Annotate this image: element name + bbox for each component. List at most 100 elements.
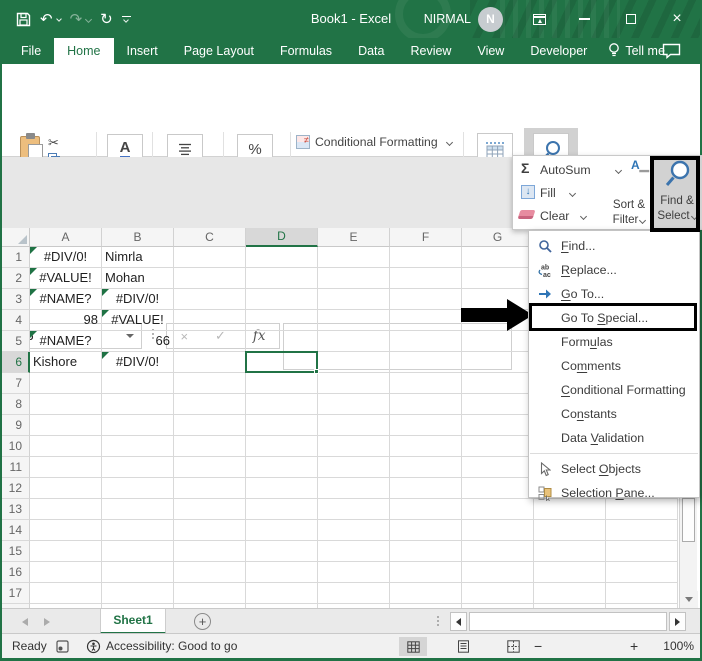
previous-sheet-icon[interactable] bbox=[22, 618, 28, 626]
zoom-level[interactable]: 100% bbox=[650, 634, 694, 658]
cell-C10[interactable] bbox=[174, 436, 246, 457]
tab-developer[interactable]: Developer bbox=[517, 38, 600, 64]
cell-F9[interactable] bbox=[390, 415, 462, 436]
cell-A7[interactable] bbox=[30, 373, 102, 394]
cell-D11[interactable] bbox=[246, 457, 318, 478]
cell-A1[interactable]: #DIV/0! bbox=[30, 247, 102, 268]
cell-G2[interactable] bbox=[462, 268, 534, 289]
cell-F15[interactable] bbox=[390, 541, 462, 562]
cell-D9[interactable] bbox=[246, 415, 318, 436]
cell-F11[interactable] bbox=[390, 457, 462, 478]
cell-C15[interactable] bbox=[174, 541, 246, 562]
row-header-12[interactable]: 12 bbox=[0, 478, 30, 499]
cell-D1[interactable] bbox=[246, 247, 318, 268]
cell-A6[interactable]: Kishore bbox=[30, 352, 102, 373]
cell-F7[interactable] bbox=[390, 373, 462, 394]
cell-D16[interactable] bbox=[246, 562, 318, 583]
new-sheet-button[interactable]: + bbox=[194, 613, 211, 630]
tab-insert[interactable]: Insert bbox=[114, 38, 171, 64]
cell-B16[interactable] bbox=[102, 562, 174, 583]
cell-C8[interactable] bbox=[174, 394, 246, 415]
row-header-17[interactable]: 17 bbox=[0, 583, 30, 604]
scroll-down-icon[interactable] bbox=[680, 591, 698, 608]
row-header-13[interactable]: 13 bbox=[0, 499, 30, 520]
autosum-dropdown-icon[interactable] bbox=[614, 166, 623, 175]
cell-A17[interactable] bbox=[30, 583, 102, 604]
cell-A12[interactable] bbox=[30, 478, 102, 499]
close-button[interactable]: × bbox=[662, 0, 692, 38]
column-header-F[interactable]: F bbox=[390, 228, 462, 247]
cell-G11[interactable] bbox=[462, 457, 534, 478]
cell-E10[interactable] bbox=[318, 436, 390, 457]
column-header-E[interactable]: E bbox=[318, 228, 390, 247]
row-header-5[interactable]: 5 bbox=[0, 331, 30, 352]
cell-E11[interactable] bbox=[318, 457, 390, 478]
cell-C16[interactable] bbox=[174, 562, 246, 583]
column-header-G[interactable]: G bbox=[462, 228, 534, 247]
avatar[interactable]: N bbox=[478, 7, 503, 32]
cut-icon[interactable]: ✂ bbox=[48, 135, 59, 151]
cell-A16[interactable] bbox=[30, 562, 102, 583]
cell-G7[interactable] bbox=[462, 373, 534, 394]
menu-item-constants[interactable]: Constants bbox=[529, 402, 699, 426]
row-header-2[interactable]: 2 bbox=[0, 268, 30, 289]
hscroll-left-icon[interactable] bbox=[450, 612, 467, 631]
cell-E1[interactable] bbox=[318, 247, 390, 268]
cell-B14[interactable] bbox=[102, 520, 174, 541]
row-header-11[interactable]: 11 bbox=[0, 457, 30, 478]
cell-F6[interactable] bbox=[390, 352, 462, 373]
menu-item-find[interactable]: Find... bbox=[529, 234, 699, 258]
cell-D8[interactable] bbox=[246, 394, 318, 415]
cell-A11[interactable] bbox=[30, 457, 102, 478]
cell-C9[interactable] bbox=[174, 415, 246, 436]
cell-B15[interactable] bbox=[102, 541, 174, 562]
cell-G13[interactable] bbox=[462, 499, 534, 520]
cell-D17[interactable] bbox=[246, 583, 318, 604]
tab-data[interactable]: Data bbox=[345, 38, 397, 64]
undo-dropdown-icon[interactable] bbox=[55, 16, 62, 22]
cell-E3[interactable] bbox=[318, 289, 390, 310]
cell-B17[interactable] bbox=[102, 583, 174, 604]
cell-F16[interactable] bbox=[390, 562, 462, 583]
accessibility-icon[interactable] bbox=[86, 639, 101, 657]
cell-F17[interactable] bbox=[390, 583, 462, 604]
tab-formulas[interactable]: Formulas bbox=[267, 38, 345, 64]
cell-A13[interactable] bbox=[30, 499, 102, 520]
menu-item-selection-pane[interactable]: Selection Pane... bbox=[529, 481, 699, 505]
cell-B11[interactable] bbox=[102, 457, 174, 478]
column-header-C[interactable]: C bbox=[174, 228, 246, 247]
cell-E12[interactable] bbox=[318, 478, 390, 499]
cell-G1[interactable] bbox=[462, 247, 534, 268]
normal-view-button[interactable] bbox=[399, 637, 427, 656]
cell-C11[interactable] bbox=[174, 457, 246, 478]
cell-B6[interactable]: #DIV/0! bbox=[102, 352, 174, 373]
cell-A5[interactable]: #NAME? bbox=[30, 331, 102, 352]
customize-quick-access-icon[interactable] bbox=[121, 15, 131, 24]
cell-E8[interactable] bbox=[318, 394, 390, 415]
sheet-tab-active[interactable]: Sheet1 bbox=[100, 609, 166, 634]
cell-I16[interactable] bbox=[606, 562, 678, 583]
row-header-1[interactable]: 1 bbox=[0, 247, 30, 268]
cell-H17[interactable] bbox=[534, 583, 606, 604]
next-sheet-icon[interactable] bbox=[44, 618, 50, 626]
cell-E17[interactable] bbox=[318, 583, 390, 604]
cell-A10[interactable] bbox=[30, 436, 102, 457]
cell-F12[interactable] bbox=[390, 478, 462, 499]
zoom-in-icon[interactable]: + bbox=[630, 634, 638, 658]
cell-D15[interactable] bbox=[246, 541, 318, 562]
cell-G17[interactable] bbox=[462, 583, 534, 604]
redo-dropdown-icon[interactable] bbox=[85, 15, 93, 23]
cell-D14[interactable] bbox=[246, 520, 318, 541]
menu-item-conditional-formatting[interactable]: Conditional Formatting bbox=[529, 378, 699, 402]
cell-B3[interactable]: #DIV/0! bbox=[102, 289, 174, 310]
cell-G12[interactable] bbox=[462, 478, 534, 499]
page-layout-view-button[interactable] bbox=[449, 637, 477, 656]
tab-home[interactable]: Home bbox=[54, 38, 114, 64]
cell-D4[interactable] bbox=[246, 310, 318, 331]
cell-A4[interactable]: 98 bbox=[30, 310, 102, 331]
cell-D10[interactable] bbox=[246, 436, 318, 457]
cell-C13[interactable] bbox=[174, 499, 246, 520]
column-header-D[interactable]: D bbox=[246, 228, 318, 247]
menu-item-comments[interactable]: Comments bbox=[529, 354, 699, 378]
cell-B12[interactable] bbox=[102, 478, 174, 499]
